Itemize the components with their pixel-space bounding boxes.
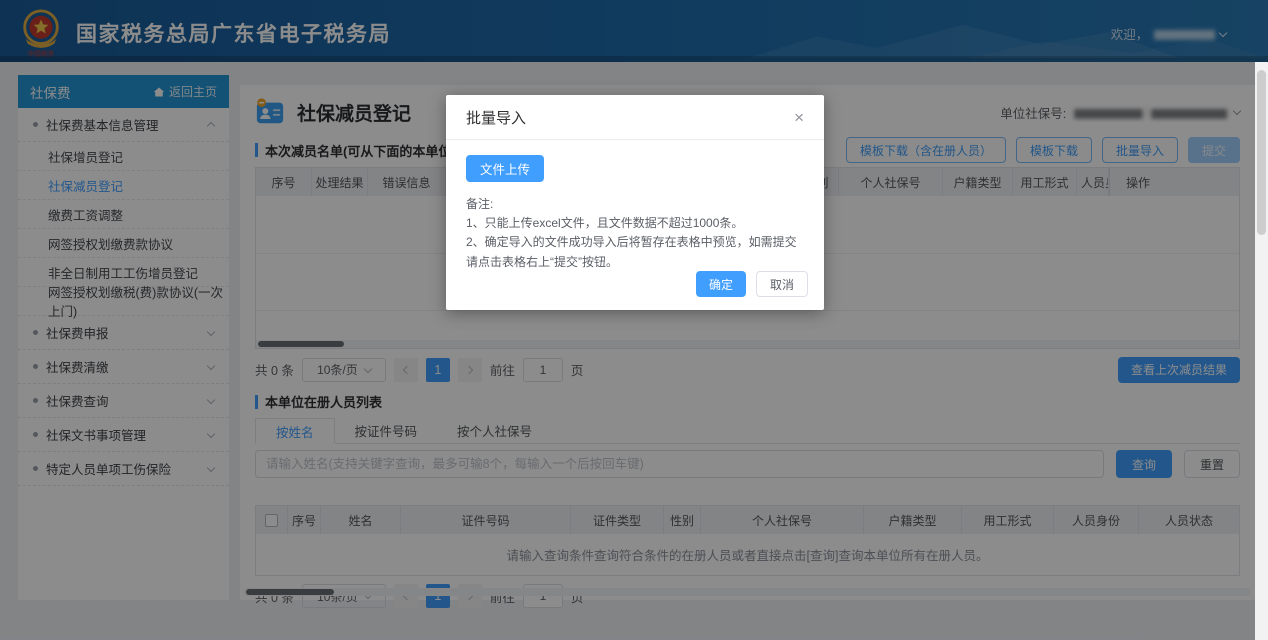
modal-header: 批量导入 × [446,95,824,140]
vscroll-thumb[interactable] [1257,70,1266,235]
note-line: 1、只能上传excel文件，且文件数据不超过1000条。 [466,214,804,233]
modal-title: 批量导入 [466,107,526,128]
confirm-button[interactable]: 确定 [696,271,746,297]
browser-vscrollbar[interactable] [1255,62,1268,640]
modal-footer: 确定 取消 [696,271,808,297]
modal-notes: 备注: 1、只能上传excel文件，且文件数据不超过1000条。 2、确定导入的… [466,195,804,272]
cancel-button[interactable]: 取消 [756,271,808,297]
file-upload-button[interactable]: 文件上传 [466,155,544,182]
modal-body: 文件上传 备注: 1、只能上传excel文件，且文件数据不超过1000条。 2、… [446,140,824,272]
close-icon[interactable]: × [794,109,804,126]
note-label: 备注: [466,195,804,214]
batch-import-modal: 批量导入 × 文件上传 备注: 1、只能上传excel文件，且文件数据不超过10… [446,95,824,310]
note-line: 2、确定导入的文件成功导入后将暂存在表格中预览，如需提交请点击表格右上“提交”按… [466,233,804,271]
